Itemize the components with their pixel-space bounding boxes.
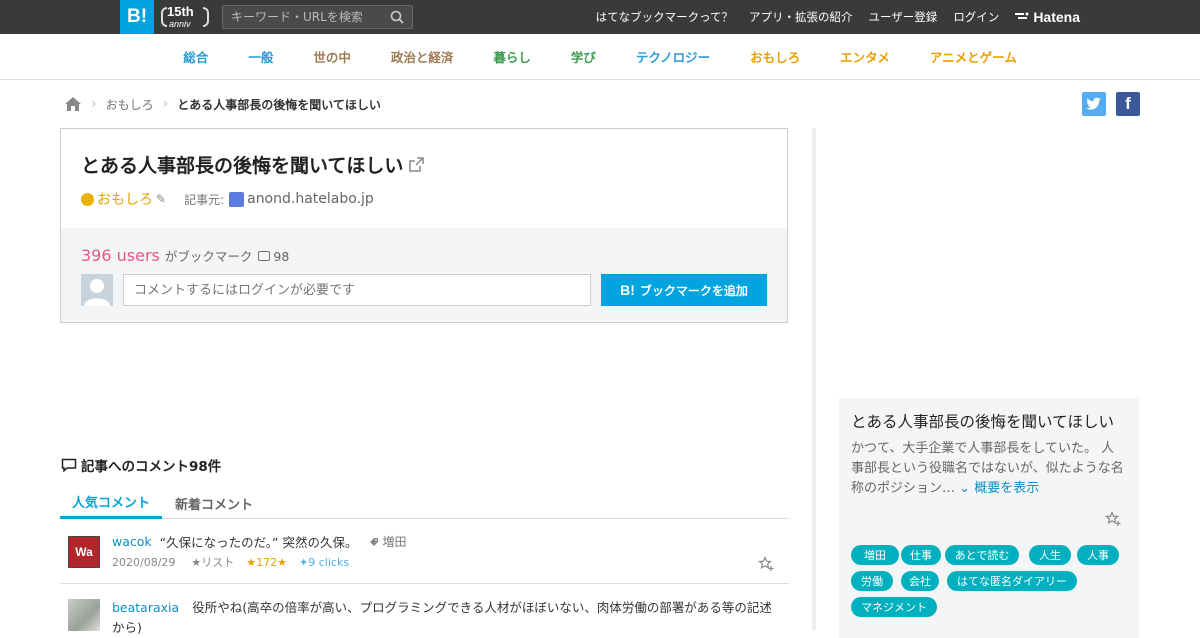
nav-register[interactable]: ユーザー登録 bbox=[869, 9, 938, 25]
pencil-icon[interactable]: ✎ bbox=[156, 192, 166, 206]
tag-pill[interactable]: 人生 bbox=[1029, 545, 1071, 565]
category-link[interactable]: 一般 bbox=[248, 47, 273, 66]
category-link[interactable]: 学び bbox=[571, 47, 596, 66]
header-nav: はてなブックマークって？ アプリ・拡張の紹介 ユーザー登録 ログイン Haten… bbox=[580, 0, 1080, 34]
category-link[interactable]: 暮らし bbox=[493, 47, 531, 66]
add-star-icon[interactable] bbox=[1105, 511, 1121, 527]
bookmark-panel: 396 users がブックマーク 98 B! ブックマークを追加 bbox=[61, 228, 787, 322]
home-icon[interactable] bbox=[64, 95, 82, 113]
breadcrumb: › おもしろ › とある人事部長の後悔を聞いてほしい bbox=[64, 93, 381, 115]
summary-title: とある人事部長の後悔を聞いてほしい bbox=[851, 413, 1115, 431]
breadcrumb-separator: › bbox=[162, 96, 169, 112]
avatar bbox=[81, 274, 113, 306]
twitter-icon bbox=[1086, 97, 1101, 110]
laurel-right-icon bbox=[203, 7, 209, 27]
tag-pill[interactable]: 増田 bbox=[851, 545, 899, 565]
user-avatar[interactable]: Wa bbox=[68, 536, 100, 568]
breadcrumb-separator: › bbox=[91, 96, 97, 112]
external-link-icon[interactable] bbox=[409, 157, 425, 172]
twitter-clicks[interactable]: ✦9 clicks bbox=[299, 556, 349, 569]
comments-heading: 記事へのコメント98件 bbox=[61, 455, 221, 475]
search-box bbox=[222, 5, 413, 29]
nav-login[interactable]: ログイン bbox=[953, 9, 999, 25]
comment-item: Wa wacok “久保になったのだ。” 突然の久保。 増田 2020/08/2… bbox=[60, 530, 789, 584]
comment-input[interactable] bbox=[123, 274, 591, 306]
category-link[interactable]: テクノロジー bbox=[636, 47, 710, 66]
nav-about[interactable]: はてなブックマークって？ bbox=[596, 9, 733, 25]
anniversary-badge: 15th anniv bbox=[161, 3, 213, 31]
comment-user-link[interactable]: beataraxia bbox=[112, 600, 179, 615]
tag-pill[interactable]: 労働 bbox=[851, 571, 893, 591]
smile-icon bbox=[81, 192, 94, 206]
comment-bubble-icon bbox=[258, 251, 271, 261]
source-label: 記事元: bbox=[184, 192, 225, 207]
category-link[interactable]: 世の中 bbox=[313, 47, 351, 66]
comment-date-link[interactable]: 2020/08/29 bbox=[112, 556, 175, 569]
summary-text: かつて、大手企業で人事部長をしていた。 人事部長という役職名ではないが、似たよう… bbox=[851, 441, 1124, 496]
entry-card: とある人事部長の後悔を聞いてほしい おもしろ ✎ 記事元: anond.hate… bbox=[60, 128, 788, 323]
comment-tabs: 人気コメント 新着コメント bbox=[60, 487, 789, 519]
add-to-list-button[interactable]: ★リスト bbox=[191, 554, 234, 570]
tab-popular-comments[interactable]: 人気コメント bbox=[60, 487, 162, 519]
chevron-down-icon: ⌄ bbox=[959, 481, 975, 496]
global-header: B! 15th anniv はてなブックマークって？ アプリ・拡張の紹介 ユーザ… bbox=[0, 0, 1200, 34]
bookmark-b-icon: B! bbox=[620, 282, 635, 298]
entry-title[interactable]: とある人事部長の後悔を聞いてほしい bbox=[81, 151, 425, 178]
category-link[interactable]: 政治と経済 bbox=[391, 47, 454, 66]
nav-apps[interactable]: アプリ・拡張の紹介 bbox=[749, 9, 853, 25]
comment-text: “久保になったのだ。” 突然の久保。 bbox=[159, 535, 358, 550]
twitter-share-button[interactable] bbox=[1082, 92, 1106, 116]
user-avatar[interactable] bbox=[68, 599, 100, 631]
breadcrumb-current: とある人事部長の後悔を聞いてほしい bbox=[177, 97, 381, 112]
users-count-link[interactable]: 396 users bbox=[81, 246, 160, 265]
source-domain-link[interactable]: anond.hatelabo.jp bbox=[247, 191, 374, 207]
tag-pill[interactable]: あとで読む bbox=[945, 545, 1019, 565]
hatena-mark-icon bbox=[1015, 12, 1029, 19]
entry-summary-card: とある人事部長の後悔を聞いてほしい かつて、大手企業で人事部長をしていた。 人事… bbox=[839, 398, 1139, 638]
add-bookmark-button[interactable]: B! ブックマークを追加 bbox=[601, 274, 767, 306]
entry-category-link[interactable]: おもしろ bbox=[97, 189, 153, 209]
site-favicon-icon bbox=[229, 191, 245, 207]
comment-tag[interactable]: 増田 bbox=[369, 533, 406, 550]
tag-pill[interactable]: 仕事 bbox=[901, 545, 941, 565]
category-link[interactable]: エンタメ bbox=[840, 47, 890, 66]
entry-meta: おもしろ ✎ 記事元: anond.hatelabo.jp bbox=[81, 189, 374, 209]
tag-pill[interactable]: はてな匿名ダイアリー bbox=[947, 571, 1077, 591]
add-star-icon[interactable] bbox=[758, 556, 774, 572]
tag-icon bbox=[370, 537, 379, 546]
tag-pill[interactable]: マネジメント bbox=[851, 597, 937, 617]
show-summary-link[interactable]: ⌄ 概要を表示 bbox=[959, 481, 1039, 496]
tag-pill[interactable]: 会社 bbox=[901, 571, 939, 591]
search-icon[interactable] bbox=[390, 10, 404, 24]
star-count[interactable]: ★172★ bbox=[246, 556, 287, 569]
facebook-share-button[interactable]: f bbox=[1116, 92, 1140, 116]
category-link[interactable]: アニメとゲーム bbox=[930, 47, 1017, 66]
bookmark-count: 396 users がブックマーク 98 bbox=[81, 246, 289, 265]
comment-count[interactable]: 98 bbox=[258, 249, 289, 264]
comment-item: beataraxia 役所やね(高卒の倍率が高い、プログラミングできる人材がほぼ… bbox=[60, 595, 789, 635]
facebook-icon: f bbox=[1125, 94, 1131, 113]
category-link[interactable]: おもしろ bbox=[750, 47, 800, 66]
comment-user-link[interactable]: wacok bbox=[112, 534, 152, 549]
default-user-icon bbox=[84, 279, 110, 306]
search-input[interactable] bbox=[223, 6, 383, 28]
category-link[interactable]: 総合 bbox=[183, 47, 208, 66]
breadcrumb-category[interactable]: おもしろ bbox=[106, 96, 154, 113]
users-label: がブックマーク bbox=[164, 249, 253, 264]
hatena-logo[interactable]: Hatena bbox=[1015, 9, 1080, 25]
tab-new-comments[interactable]: 新着コメント bbox=[162, 487, 266, 519]
hatena-bookmark-logo[interactable]: B! bbox=[120, 0, 154, 34]
twitter-bird-icon: ✦ bbox=[299, 555, 309, 569]
tag-pill[interactable]: 人事 bbox=[1077, 545, 1119, 565]
category-nav: 総合 一般 世の中 政治と経済 暮らし 学び テクノロジー おもしろ エンタメ アニメとゲーム bbox=[0, 34, 1200, 80]
column-divider bbox=[812, 128, 816, 630]
comment-bubble-icon bbox=[61, 458, 77, 472]
